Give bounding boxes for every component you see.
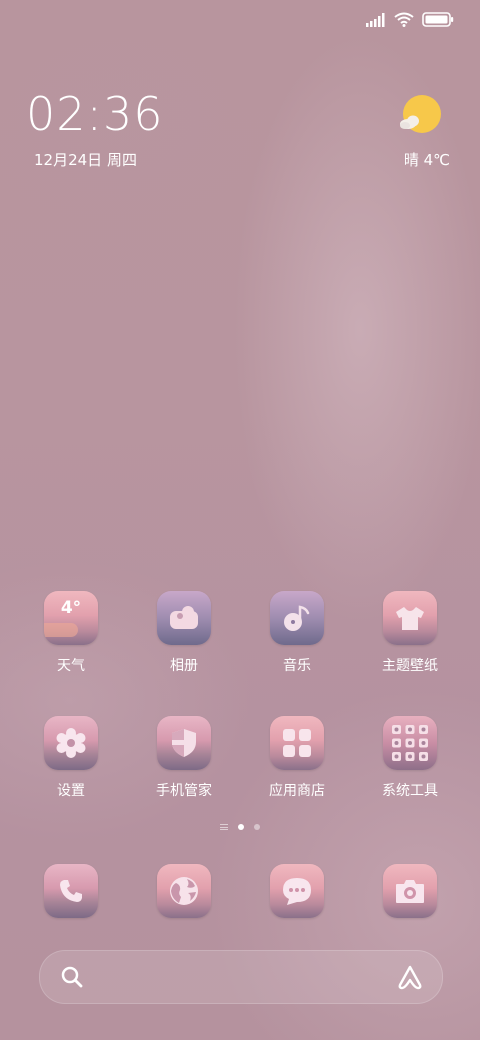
gallery-app-icon[interactable]	[157, 591, 211, 645]
page-dot	[254, 824, 260, 830]
dock-phone[interactable]	[15, 864, 127, 918]
folder-icon[interactable]	[383, 716, 437, 770]
app-label: 手机管家	[156, 783, 212, 799]
app-gallery[interactable]: 相册	[128, 591, 240, 675]
battery-icon	[422, 12, 454, 27]
app-label: 相册	[170, 658, 198, 674]
app-settings[interactable]: 设置	[15, 716, 127, 800]
app-themes[interactable]: 主题壁纸	[354, 591, 466, 675]
assistant-icon[interactable]	[396, 964, 424, 990]
app-music[interactable]: 音乐	[241, 591, 353, 675]
page-indicator[interactable]	[0, 824, 480, 830]
search-bar[interactable]	[39, 950, 443, 1004]
app-store[interactable]: 应用商店	[241, 716, 353, 800]
messages-icon[interactable]	[270, 864, 324, 918]
themes-app-icon[interactable]	[383, 591, 437, 645]
dock-messages[interactable]	[241, 864, 353, 918]
app-label: 应用商店	[269, 783, 325, 799]
app-store-icon[interactable]	[270, 716, 324, 770]
search-icon[interactable]	[60, 965, 84, 989]
signal-icon	[366, 12, 385, 27]
app-label: 主题壁纸	[382, 658, 438, 674]
dock-camera[interactable]	[354, 864, 466, 918]
menu-lines-icon	[220, 824, 228, 830]
dock-browser[interactable]	[128, 864, 240, 918]
phone-icon[interactable]	[44, 864, 98, 918]
app-weather[interactable]: 4° 天气	[15, 591, 127, 675]
app-system-tools[interactable]: 系统工具	[354, 716, 466, 800]
app-label: 设置	[57, 783, 85, 799]
camera-icon[interactable]	[383, 864, 437, 918]
clock-time[interactable]: 02:36	[26, 88, 164, 140]
sunny-weather-icon[interactable]	[398, 94, 442, 138]
security-app-icon[interactable]	[157, 716, 211, 770]
status-icons	[366, 12, 454, 27]
app-label: 天气	[57, 658, 85, 674]
weather-app-icon[interactable]: 4°	[44, 591, 98, 645]
weather-badge: 4°	[60, 598, 82, 618]
music-app-icon[interactable]	[270, 591, 324, 645]
settings-app-icon[interactable]	[44, 716, 98, 770]
weather-summary: 晴 4℃	[403, 151, 450, 169]
app-label: 系统工具	[382, 783, 438, 799]
page-dot-active	[238, 824, 244, 830]
wifi-icon	[394, 12, 414, 27]
status-bar	[0, 0, 480, 40]
app-security[interactable]: 手机管家	[128, 716, 240, 800]
browser-icon[interactable]	[157, 864, 211, 918]
app-label: 音乐	[283, 658, 311, 674]
clock-date: 12月24日 周四	[34, 151, 137, 169]
